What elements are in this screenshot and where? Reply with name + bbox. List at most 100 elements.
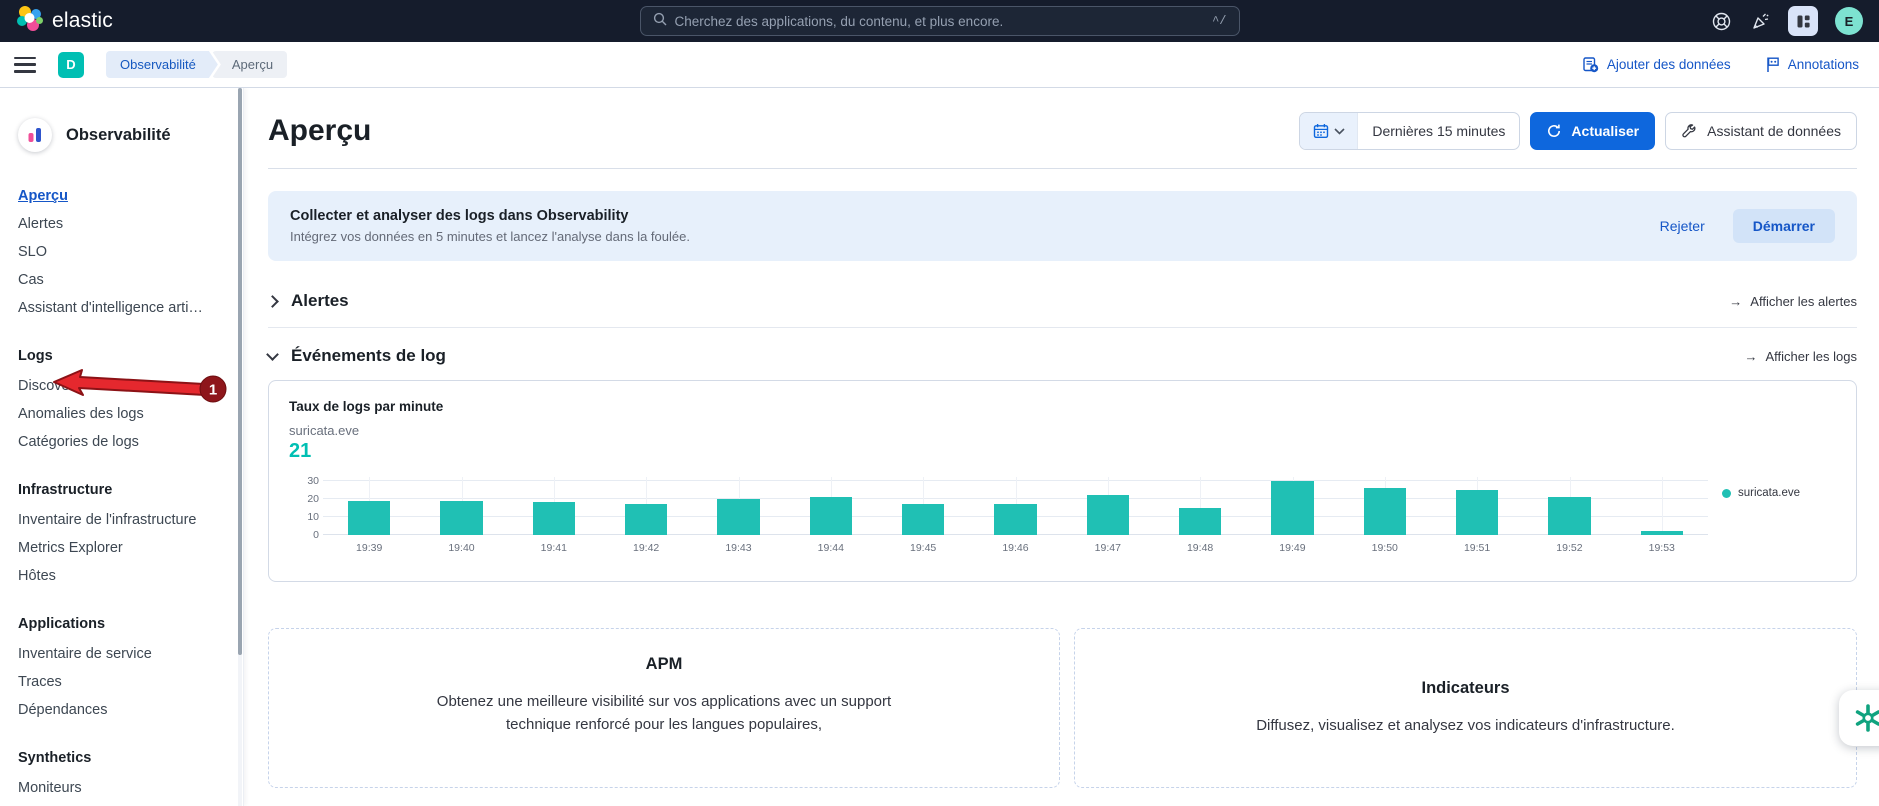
sidebar-item-inventaire-de-service[interactable]: Inventaire de service	[18, 640, 225, 668]
bar-19:44[interactable]	[810, 497, 852, 535]
chevron-down-icon	[266, 348, 279, 361]
sidebar-group-synthetics: Synthetics	[18, 750, 225, 766]
x-tick-19:40: 19:40	[415, 542, 507, 554]
y-tick-30: 30	[307, 475, 319, 487]
header-divider	[268, 168, 1857, 169]
top-navigation-bar: elastic Cherchez des applications, du co…	[0, 0, 1879, 42]
bar-19:45[interactable]	[902, 504, 944, 535]
sidebar-item-slo[interactable]: SLO	[18, 238, 225, 266]
chatgpt-extension-button[interactable]	[1839, 690, 1879, 746]
bar-19:48[interactable]	[1179, 508, 1221, 535]
x-tick-19:47: 19:47	[1062, 542, 1154, 554]
y-tick-20: 20	[307, 493, 319, 505]
sidebar-item-apercu[interactable]: Aperçu	[18, 182, 225, 210]
sidebar-scrollbar[interactable]	[238, 88, 242, 806]
sidebar-item-metrics-explorer[interactable]: Metrics Explorer	[18, 534, 225, 562]
dismiss-button[interactable]: Rejeter	[1660, 218, 1705, 234]
bar-19:52[interactable]	[1548, 497, 1590, 535]
bar-19:47[interactable]	[1087, 495, 1129, 535]
date-picker[interactable]: Dernières 15 minutes	[1299, 112, 1520, 150]
page-title: Aperçu	[268, 114, 371, 148]
alerts-section-header: Alertes → Afficher les alertes	[268, 291, 1857, 311]
bar-19:49[interactable]	[1271, 481, 1313, 535]
apm-card[interactable]: APM Obtenez une meilleure visibilité sur…	[268, 628, 1060, 788]
gridline-x	[1662, 477, 1663, 535]
log-events-section-header: Événements de log → Afficher les logs	[268, 346, 1857, 366]
sidebar-item-discover[interactable]: Discover	[18, 372, 225, 400]
calendar-icon	[1313, 123, 1329, 139]
space-badge[interactable]: D	[58, 52, 84, 78]
sidebar-item-hotes[interactable]: Hôtes	[18, 562, 225, 590]
bar-19:51[interactable]	[1456, 490, 1498, 535]
sidebar-nav: AperçuAlertesSLOCasAssistant d'intellige…	[18, 182, 225, 802]
x-tick-19:45: 19:45	[877, 542, 969, 554]
show-alerts-link[interactable]: → Afficher les alertes	[1729, 294, 1857, 309]
banner-subtitle: Intégrez vos données en 5 minutes et lan…	[290, 229, 690, 244]
x-tick-19:51: 19:51	[1431, 542, 1523, 554]
brand-name: elastic	[52, 9, 113, 33]
user-avatar[interactable]: E	[1835, 7, 1863, 35]
log-events-section-toggle[interactable]: Événements de log	[268, 346, 446, 366]
breadcrumb-observability[interactable]: Observabilité	[106, 51, 218, 78]
chevron-down-icon	[1334, 128, 1345, 135]
menu-toggle-icon[interactable]	[14, 57, 36, 73]
elastic-logo-icon	[16, 5, 43, 37]
overview-main: Aperçu Dernièr	[244, 88, 1879, 806]
sidebar-item-categories-de-logs[interactable]: Catégories de logs	[18, 428, 225, 456]
help-icon[interactable]	[1710, 10, 1732, 32]
bar-19:40[interactable]	[440, 501, 482, 535]
bar-19:41[interactable]	[533, 502, 575, 535]
start-button[interactable]: Démarrer	[1733, 209, 1835, 243]
x-tick-19:49: 19:49	[1246, 542, 1338, 554]
sidebar-item-assistant-d-intelligence-arti[interactable]: Assistant d'intelligence arti…	[18, 294, 225, 322]
bar-19:53[interactable]	[1641, 531, 1683, 535]
refresh-button[interactable]: Actualiser	[1530, 112, 1655, 150]
apps-menu-icon[interactable]	[1788, 6, 1818, 36]
search-icon	[653, 12, 667, 31]
apm-card-description: Obtenez une meilleure visibilité sur vos…	[414, 690, 914, 737]
x-tick-19:52: 19:52	[1523, 542, 1615, 554]
sidebar-item-cas[interactable]: Cas	[18, 266, 225, 294]
sidebar-item-moniteurs[interactable]: Moniteurs	[18, 774, 225, 802]
sidebar-item-alertes[interactable]: Alertes	[18, 210, 225, 238]
x-tick-19:39: 19:39	[323, 542, 415, 554]
data-assistant-button[interactable]: Assistant de données	[1665, 112, 1857, 150]
date-picker-quick-menu[interactable]	[1300, 113, 1358, 149]
logs-callout-banner: Collecter et analyser des logs dans Obse…	[268, 191, 1857, 261]
metrics-card[interactable]: Indicateurs Diffusez, visualisez et anal…	[1074, 628, 1857, 788]
alerts-divider	[268, 327, 1857, 328]
show-logs-link[interactable]: → Afficher les logs	[1744, 349, 1857, 364]
bar-19:50[interactable]	[1364, 488, 1406, 535]
chart-current-value: 21	[289, 440, 1836, 463]
add-data-button[interactable]: Ajouter des données	[1582, 56, 1731, 73]
y-tick-10: 10	[307, 511, 319, 523]
search-shortcut-hint: ^/	[1212, 14, 1226, 28]
metrics-card-title: Indicateurs	[1075, 679, 1856, 698]
time-range-value[interactable]: Dernières 15 minutes	[1358, 113, 1519, 149]
chart-legend: suricata.eve	[1708, 477, 1836, 554]
legend-item-suricata-eve[interactable]: suricata.eve	[1722, 487, 1836, 499]
bar-19:43[interactable]	[717, 499, 759, 535]
chatgpt-logo-icon	[1853, 703, 1879, 733]
sidebar-item-anomalies-des-logs[interactable]: Anomalies des logs	[18, 400, 225, 428]
log-rate-bar-chart[interactable]	[323, 477, 1708, 535]
refresh-icon	[1546, 123, 1562, 139]
y-tick-0: 0	[313, 529, 319, 541]
alerts-section-toggle[interactable]: Alertes	[268, 291, 349, 311]
sidebar-group-logs: Logs	[18, 348, 225, 364]
arrow-right-icon: →	[1729, 294, 1742, 309]
annotations-button[interactable]: Annotations	[1765, 56, 1859, 73]
x-tick-19:42: 19:42	[600, 542, 692, 554]
sidebar-item-inventaire-de-l-infrastructure[interactable]: Inventaire de l'infrastructure	[18, 506, 225, 534]
elastic-brand[interactable]: elastic	[16, 5, 113, 37]
x-tick-19:41: 19:41	[508, 542, 600, 554]
bar-19:39[interactable]	[348, 501, 390, 535]
global-search-input[interactable]: Cherchez des applications, du contenu, e…	[640, 6, 1240, 36]
news-feed-icon[interactable]	[1749, 10, 1771, 32]
time-toolbar: Dernières 15 minutes Actualiser Assistan…	[1299, 112, 1857, 150]
wrench-icon	[1681, 123, 1698, 140]
sidebar-item-dependances[interactable]: Dépendances	[18, 696, 225, 724]
bar-19:46[interactable]	[994, 504, 1036, 535]
sidebar-item-traces[interactable]: Traces	[18, 668, 225, 696]
bar-19:42[interactable]	[625, 504, 667, 535]
